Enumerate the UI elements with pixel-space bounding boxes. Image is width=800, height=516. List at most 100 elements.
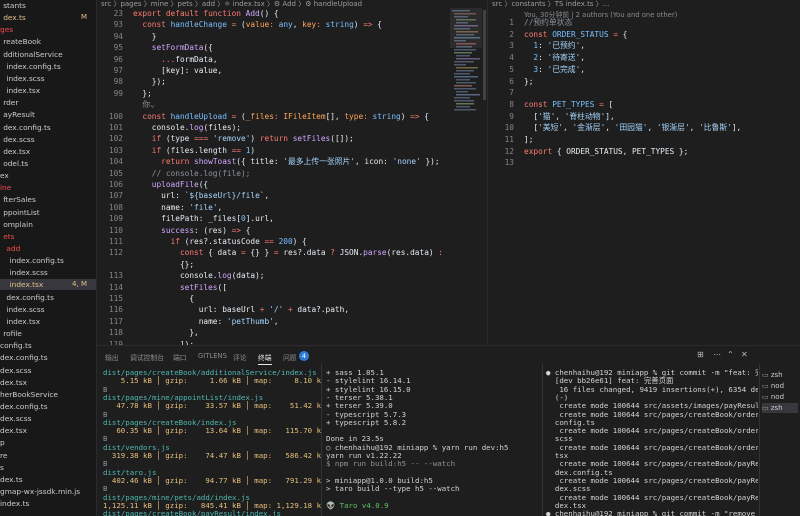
sidebar-item[interactable]: dex.scss (0, 413, 96, 424)
more-actions-icon[interactable]: ⋯ (713, 350, 721, 359)
code-line[interactable]: ]; (524, 134, 533, 146)
sidebar-item[interactable]: index.tsx (0, 85, 96, 96)
sidebar-item[interactable]: rofile (0, 328, 96, 339)
code-line[interactable]: } (133, 31, 157, 43)
sidebar-item[interactable]: gmap-wx-jssdk.min.js (0, 486, 96, 497)
sidebar-item[interactable]: rder (0, 97, 96, 108)
sidebar-item[interactable]: dex.tsx (0, 377, 96, 388)
sidebar-item[interactable]: stants (0, 0, 96, 11)
code-line[interactable]: const handleUpload = (_files: IFileItem[… (133, 111, 429, 123)
terminal-list-item[interactable]: ▭ zsh (762, 370, 798, 380)
sidebar-item[interactable]: ex (0, 170, 96, 181)
code-line[interactable]: console.log(files); (133, 122, 241, 134)
code-line[interactable]: const ORDER_STATUS = { (524, 29, 627, 41)
code-line[interactable]: uploadFile({ (133, 179, 208, 191)
sidebar-item[interactable]: add (0, 243, 96, 254)
terminal-split-divider-2[interactable] (542, 364, 543, 516)
code-line[interactable]: { (133, 293, 194, 305)
close-panel-icon[interactable]: ✕ (741, 350, 748, 359)
sidebar-item[interactable]: ine (0, 182, 96, 193)
code-line[interactable]: ...formData, (133, 54, 217, 66)
split-terminal-icon[interactable]: ⊞ (697, 350, 704, 359)
code-line[interactable]: 1: '已预约', (524, 40, 585, 52)
sidebar-item[interactable]: dex.config.ts (0, 401, 96, 412)
sidebar-item[interactable]: re (0, 450, 96, 461)
code-line[interactable]: {}; (133, 259, 194, 271)
code-line[interactable]: if (files.length == 1) (133, 145, 255, 157)
code-line[interactable]: ['猫', '脊柱动物'], (524, 111, 614, 123)
code-line[interactable]: ['美短', '金渐层', '田园猫', '银渐层', '比鲁斯'], (524, 122, 741, 134)
sidebar-item[interactable]: index.scss (0, 73, 96, 84)
code-line[interactable]: export default function Add() { (133, 8, 279, 20)
code-line[interactable]: name: 'file', (133, 202, 222, 214)
panel-tab[interactable]: 端口 (173, 352, 187, 362)
sidebar-item[interactable]: odel.ts (0, 158, 96, 169)
panel-tab[interactable]: 终端 (258, 352, 272, 365)
code-line[interactable]: filePath: _files[0].url, (133, 213, 274, 225)
right-code-area[interactable]: 1 //预约单状态 2 const ORDER_STATUS = {3 1: '已预约… (488, 17, 800, 345)
sidebar-item[interactable]: index.scss (0, 304, 96, 315)
code-line[interactable]: url: `${baseUrl}/file`, (133, 190, 269, 202)
sidebar-item[interactable]: s (0, 462, 96, 473)
sidebar-item[interactable]: ges (0, 24, 96, 35)
sidebar-item[interactable]: index.config.ts (0, 255, 96, 266)
panel-tab[interactable]: 输出 (105, 352, 119, 362)
code-line[interactable]: setFiles([ (133, 282, 227, 294)
terminal-list-item[interactable]: ▭ nod (762, 392, 798, 402)
code-line[interactable]: 3: '已完成', (524, 64, 585, 76)
code-line[interactable]: const PET_TYPES = [ (524, 99, 613, 111)
code-line[interactable]: }; (524, 76, 533, 88)
code-line[interactable]: console.log(data); (133, 270, 265, 282)
code-line[interactable]: [key]: value, (133, 65, 222, 77)
terminal-dev-server-output[interactable]: + sass 1.85.1- stylelint 16.14.1 + stylel… (326, 368, 541, 516)
panel-tab[interactable]: 评论 (233, 352, 247, 362)
panel-tab[interactable]: GITLENS (198, 352, 227, 360)
panel-tab[interactable]: 问题 (283, 352, 297, 362)
sidebar-item[interactable]: dditionalService (0, 49, 96, 60)
sidebar-item[interactable]: dex.tsx (0, 425, 96, 436)
sidebar-item[interactable]: ets (0, 231, 96, 242)
sidebar-item[interactable]: index.ts (0, 498, 96, 509)
code-line[interactable]: url: baseUrl + '/' + data?.path, (133, 304, 349, 316)
panel-tab[interactable]: 调试控制台 (130, 352, 164, 362)
terminal-split-divider-1[interactable] (321, 364, 322, 516)
left-minimap[interactable] (450, 8, 482, 128)
code-line[interactable]: const { data = {} } = res?.data ? JSON.p… (133, 247, 443, 259)
code-line[interactable]: 你⌄ (133, 99, 155, 111)
terminal-git-output[interactable]: ● chenhaihu@192 miniapp % git commit -m … (546, 368, 758, 516)
sidebar-item[interactable]: fterSales (0, 194, 96, 205)
sidebar-item[interactable]: index.tsx 4, M (0, 279, 96, 291)
sidebar-item[interactable]: dex.scss (0, 365, 96, 376)
sidebar-item[interactable]: omplain (0, 219, 96, 230)
sidebar-item[interactable]: index.config.ts (0, 61, 96, 72)
sidebar-item[interactable]: config.ts (0, 340, 96, 351)
code-line[interactable]: export { ORDER_STATUS, PET_TYPES }; (524, 146, 688, 158)
sidebar-item[interactable]: dex.ts (0, 474, 96, 485)
sidebar-item[interactable]: index.tsx (0, 316, 96, 327)
code-line[interactable]: // console.log(file); (133, 168, 251, 180)
maximize-panel-icon[interactable]: ⌃ (727, 350, 734, 359)
terminal-list-item[interactable]: ▭ nod (762, 381, 798, 391)
problems-badge[interactable]: 4 (299, 351, 309, 361)
sidebar-item[interactable]: dex.config.ts (0, 122, 96, 133)
code-line[interactable]: }; (133, 88, 151, 100)
sidebar-item[interactable]: ppointList (0, 207, 96, 218)
code-line[interactable]: }, (133, 327, 198, 339)
sidebar-item[interactable]: dex.config.ts (0, 292, 96, 303)
sidebar-item[interactable]: herBookService (0, 389, 96, 400)
sidebar-item[interactable]: dex.config.ts (0, 352, 96, 363)
code-line[interactable]: 2: '待寄送', (524, 52, 585, 64)
code-line[interactable]: setFormData({ (133, 42, 213, 54)
code-line[interactable]: const handleChange = (value: any, key: s… (133, 19, 382, 31)
code-line[interactable]: if (type === 'remove') return setFiles([… (133, 133, 354, 145)
sidebar-item[interactable]: dex.scss (0, 134, 96, 145)
sidebar-item[interactable]: dex.tsx (0, 146, 96, 157)
sidebar-item[interactable]: ayResult (0, 109, 96, 120)
code-line[interactable]: success: (res) => { (133, 225, 250, 237)
sidebar-item[interactable]: dex.ts M (0, 12, 96, 23)
sidebar-item[interactable]: p (0, 437, 96, 448)
sidebar-item[interactable]: index.scss (0, 267, 96, 278)
code-line[interactable]: return showToast({ title: '最多上传一张照片', ic… (133, 156, 439, 168)
code-line[interactable]: if (res?.statusCode == 200) { (133, 236, 307, 248)
code-line[interactable]: }); (133, 76, 166, 88)
